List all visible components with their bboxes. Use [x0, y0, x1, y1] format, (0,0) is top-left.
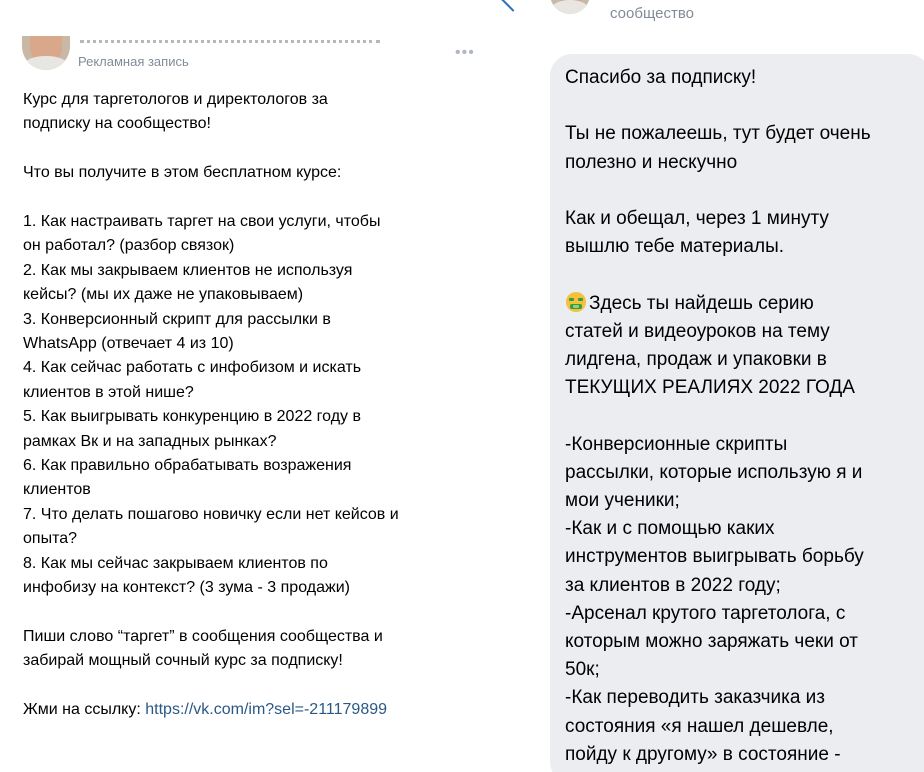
message-series-wrap: Здесь ты найдешь серию статей и видеоуро…	[565, 290, 915, 403]
chat-header: сообщество	[490, 0, 924, 40]
message-thanks: Спасибо за подписку!	[565, 67, 757, 88]
message-promise: Ты не пожалеешь, тут будет очень полезно…	[565, 123, 871, 173]
list-item: 1. Как настраивать таргет на свои услуги…	[23, 213, 381, 255]
post-cta: Пиши слово “таргет” в сообщения сообщест…	[23, 627, 383, 670]
list-item: 7. Что делать пошагово новичку если нет …	[23, 505, 399, 548]
list-item: 4. Как сейчас работать с инфобизом и иск…	[23, 359, 362, 401]
message-materials: Как и обещал, через 1 минуту вышлю тебе …	[565, 207, 829, 258]
back-chevron-icon[interactable]	[500, 0, 526, 12]
post-text: Курс для таргетологов и директологов за …	[23, 88, 483, 723]
message-text: Спасибо за подписку! Ты не пожалеешь, ту…	[565, 64, 915, 772]
link-prefix: Жми на ссылку:	[23, 701, 146, 719]
chat-avatar[interactable]	[550, 0, 590, 14]
list-item: 8. Как мы сейчас закрываем клиентов по и…	[23, 554, 350, 597]
list-item: 3. Конверсионный скрипт для рассылки в W…	[23, 310, 331, 353]
chat-subtitle: сообщество	[610, 5, 694, 22]
list-item: 6. Как правильно обрабатывать возражения…	[23, 457, 352, 499]
money-mouth-face-icon	[566, 291, 586, 312]
list-item: 2. Как мы закрываем клиентов не использу…	[23, 261, 353, 304]
message-series: Здесь ты найдешь серию статей и видеоуро…	[565, 292, 855, 399]
post-title: Курс для таргетологов и директологов за …	[23, 91, 328, 133]
community-avatar[interactable]	[22, 36, 70, 70]
more-options-icon[interactable]: •••	[455, 44, 475, 62]
post-intro: Что вы получите в этом бесплатном курсе:	[23, 164, 342, 182]
screenshot-root: Рекламная запись ••• Курс для таргетолог…	[0, 0, 924, 772]
community-message-link[interactable]: https://vk.com/im?sel=-211179899	[145, 701, 387, 718]
ad-post: Рекламная запись ••• Курс для таргетолог…	[0, 36, 490, 772]
post-link-line: Жми на ссылку: https://vk.com/im?sel=-21…	[23, 698, 483, 722]
message-list: -Конверсионные скрипты рассылки, которые…	[565, 433, 864, 765]
ad-label: Рекламная запись	[78, 54, 189, 69]
list-item: 5. Как выигрывать конкуренцию в 2022 год…	[23, 408, 361, 450]
community-name-cropped	[80, 40, 380, 46]
